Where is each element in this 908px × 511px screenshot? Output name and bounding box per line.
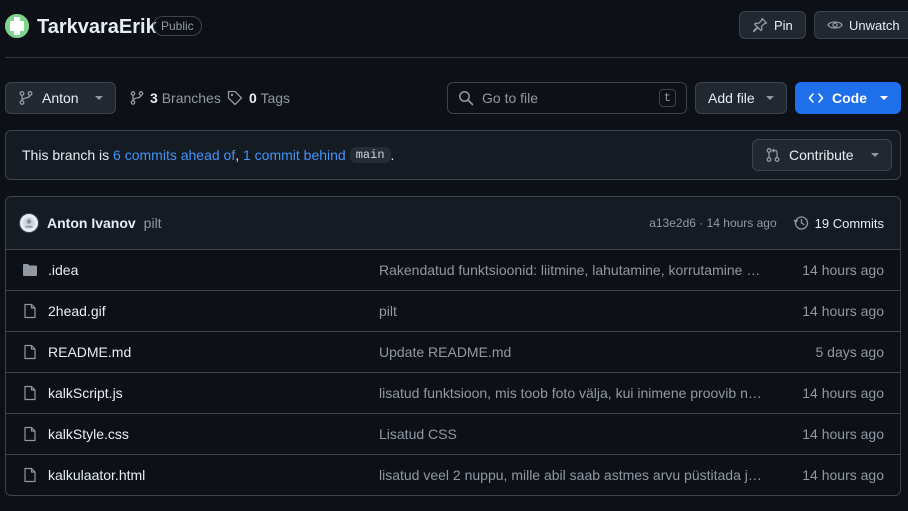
file-commit-message[interactable]: lisatud funktsioon, mis toob foto välja,…: [379, 385, 762, 401]
pull-request-icon: [765, 147, 781, 163]
add-file-button[interactable]: Add file: [695, 82, 787, 114]
repo-name[interactable]: TarkvaraErik: [37, 16, 157, 38]
file-updated-time: 14 hours ago: [802, 303, 884, 319]
file-icon: [22, 344, 38, 360]
commit-message[interactable]: pilt: [144, 215, 162, 231]
notice-prefix: This branch is: [22, 147, 114, 163]
notice-suffix: .: [390, 147, 395, 163]
chevron-down-icon: [766, 96, 774, 100]
visibility-badge: Public: [153, 16, 202, 36]
commits-ahead-link[interactable]: 6 commits ahead of: [113, 147, 235, 163]
chevron-down-icon: [880, 96, 888, 100]
file-commit-message[interactable]: Rakendatud funktsioonid: liitmine, lahut…: [379, 262, 762, 278]
pin-label: Pin: [774, 17, 793, 33]
table-row: README.md Update README.md 5 days ago: [6, 332, 900, 373]
file-updated-time: 14 hours ago: [802, 262, 884, 278]
file-name[interactable]: kalkStyle.css: [48, 426, 129, 442]
file-icon: [22, 426, 38, 442]
branch-icon: [130, 90, 144, 106]
code-label: Code: [832, 90, 867, 106]
file-updated-time: 14 hours ago: [802, 426, 884, 442]
history-icon: [793, 215, 809, 231]
file-updated-time: 5 days ago: [815, 344, 885, 360]
tags-count: 0: [249, 90, 257, 106]
pin-button[interactable]: Pin: [739, 11, 806, 39]
contribute-button[interactable]: Contribute: [752, 139, 892, 171]
file-updated-time: 14 hours ago: [802, 467, 884, 483]
branches-link[interactable]: 3 Branches: [130, 90, 221, 106]
search-icon: [458, 90, 474, 106]
file-commit-message[interactable]: Update README.md: [379, 344, 762, 360]
file-icon: [22, 467, 38, 483]
commits-history-link[interactable]: 19 Commits: [793, 215, 884, 231]
file-name[interactable]: kalkulaator.html: [48, 467, 145, 483]
search-placeholder: Go to file: [482, 90, 539, 106]
unwatch-button[interactable]: Unwatch: [814, 11, 908, 39]
file-list: Anton Ivanov pilt a13e2d6 · 14 hours ago…: [5, 196, 901, 496]
table-row: .idea Rakendatud funktsioonid: liitmine, …: [6, 250, 900, 291]
branch-select-button[interactable]: Anton: [5, 82, 116, 114]
file-name[interactable]: kalkScript.js: [48, 385, 123, 401]
branches-label: Branches: [161, 90, 221, 106]
file-commit-message[interactable]: Lisatud CSS: [379, 426, 762, 442]
branch-status-text: This branch is 6 commits ahead of , 1 co…: [22, 147, 394, 163]
header-divider: [5, 57, 908, 58]
commits-behind-link[interactable]: 1 commit behind: [243, 147, 346, 163]
base-branch-chip: main: [349, 147, 391, 163]
table-row: kalkStyle.css Lisatud CSS 14 hours ago: [6, 414, 900, 455]
commits-count-label: 19 Commits: [814, 215, 884, 231]
code-icon: [808, 90, 824, 106]
file-commit-message[interactable]: pilt: [379, 303, 762, 319]
tags-label: Tags: [260, 90, 291, 106]
commit-author[interactable]: Anton Ivanov: [47, 215, 136, 231]
repo-avatar: [5, 14, 29, 38]
table-row: kalkulaator.html lisatud veel 2 nuppu, mi…: [6, 455, 900, 495]
file-icon: [22, 385, 38, 401]
branch-name: Anton: [42, 90, 79, 106]
pin-icon: [752, 17, 768, 33]
code-button[interactable]: Code: [795, 82, 901, 114]
chevron-down-icon: [871, 153, 879, 157]
go-to-file-input[interactable]: Go to file t: [447, 82, 687, 114]
contribute-label: Contribute: [789, 147, 854, 163]
file-name[interactable]: .idea: [48, 262, 78, 278]
notice-separator: ,: [235, 147, 243, 163]
branch-icon: [18, 90, 34, 106]
tags-link[interactable]: 0 Tags: [227, 90, 290, 106]
latest-commit-bar: Anton Ivanov pilt a13e2d6 · 14 hours ago…: [6, 197, 900, 250]
table-row: 2head.gif pilt 14 hours ago: [6, 291, 900, 332]
tag-icon: [227, 90, 243, 106]
branches-count: 3: [150, 90, 158, 106]
folder-icon: [22, 262, 38, 278]
file-name[interactable]: README.md: [48, 344, 131, 360]
chevron-down-icon: [95, 96, 103, 100]
file-name[interactable]: 2head.gif: [48, 303, 106, 319]
keyboard-shortcut-hint: t: [658, 89, 676, 107]
avatar[interactable]: [19, 213, 39, 233]
file-updated-time: 14 hours ago: [802, 385, 884, 401]
file-icon: [22, 303, 38, 319]
add-file-label: Add file: [708, 90, 755, 106]
file-commit-message[interactable]: lisatud veel 2 nuppu, mille abil saab as…: [379, 467, 762, 483]
eye-icon: [827, 17, 843, 33]
branch-status-notice: This branch is 6 commits ahead of , 1 co…: [5, 130, 901, 180]
unwatch-label: Unwatch: [849, 17, 900, 33]
table-row: kalkScript.js lisatud funktsioon, mis too…: [6, 373, 900, 414]
commit-hash-time[interactable]: a13e2d6 · 14 hours ago: [649, 216, 776, 230]
